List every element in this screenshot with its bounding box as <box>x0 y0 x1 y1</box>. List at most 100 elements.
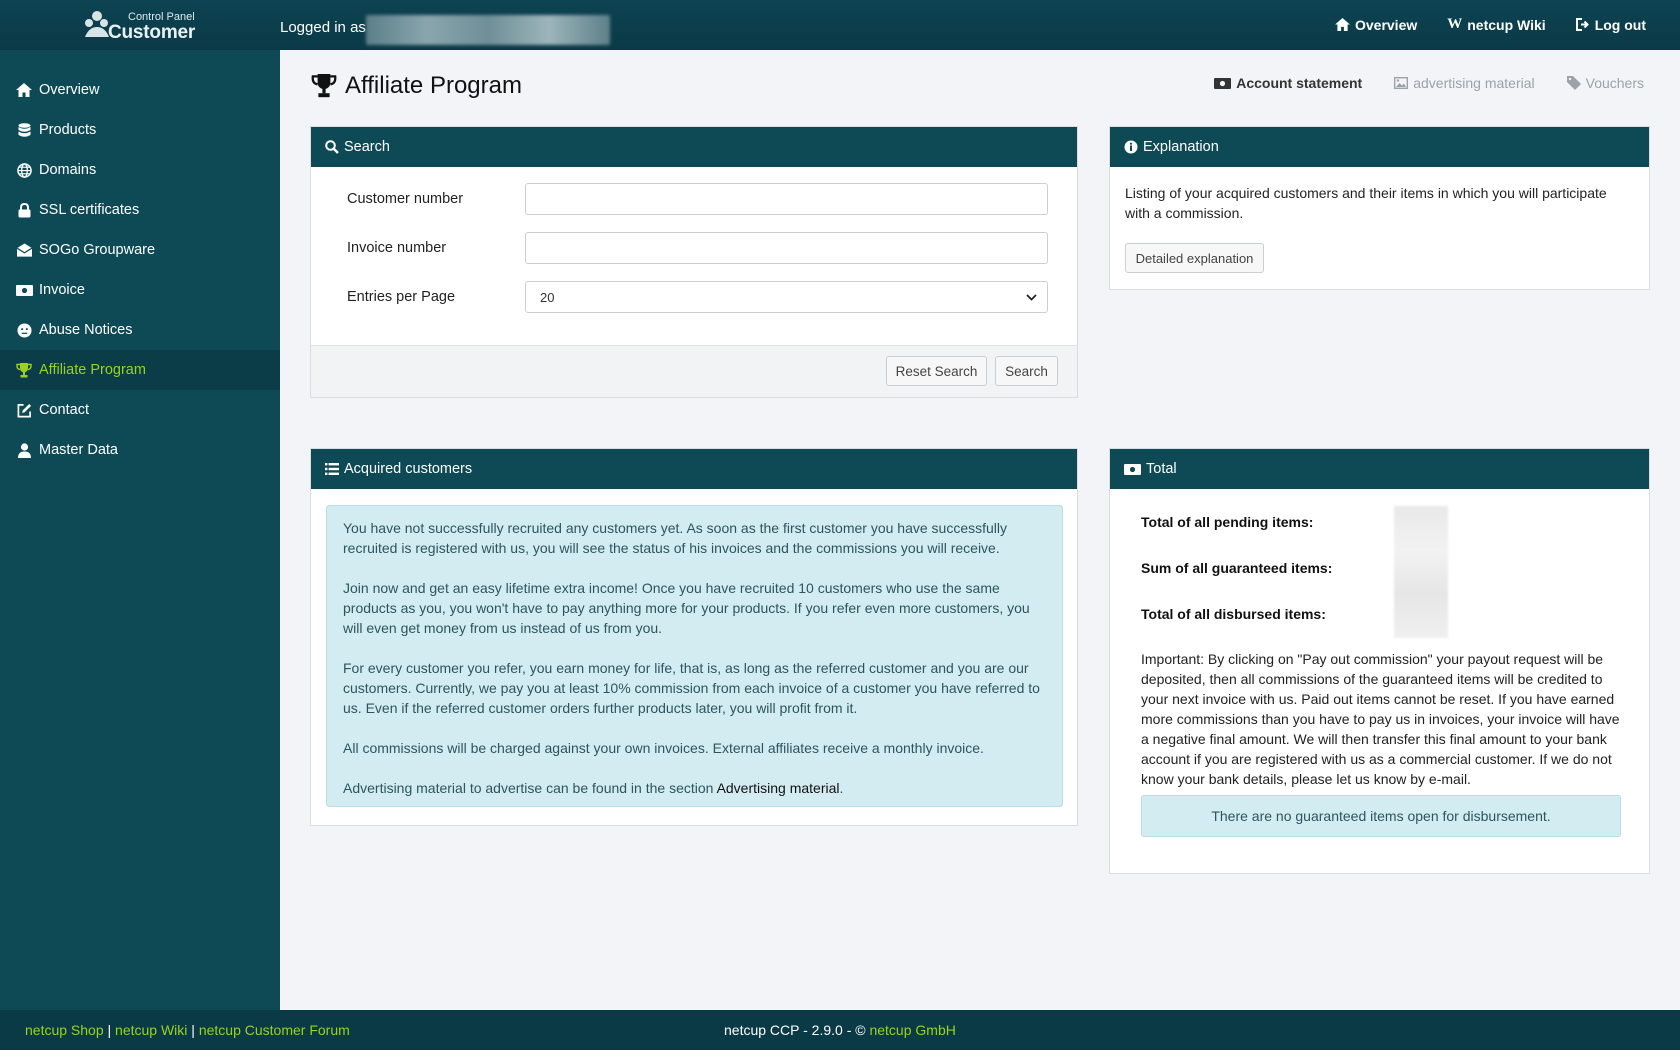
customer-number-input[interactable] <box>525 183 1048 215</box>
money-icon <box>1124 463 1141 475</box>
total-panel: Total Total of all pending items: Sum of… <box>1109 448 1650 874</box>
tab-label: advertising material <box>1413 75 1535 91</box>
acquired-customers-title: Acquired customers <box>344 461 473 477</box>
trophy-icon <box>311 74 337 98</box>
explanation-text: Listing of your acquired customers and t… <box>1125 185 1607 221</box>
list-icon <box>325 463 339 475</box>
invoice-number-input[interactable] <box>525 232 1048 264</box>
sidebar: Overview Products Domains SSL certificat… <box>0 50 280 1010</box>
sidebar-item-label: Overview <box>39 82 100 98</box>
tab-label: Account statement <box>1236 75 1363 91</box>
explanation-panel-header: Explanation <box>1110 127 1649 167</box>
footer-link-forum[interactable]: netcup Customer Forum <box>199 1022 350 1038</box>
sidebar-item-products[interactable]: Products <box>0 110 280 150</box>
logout-icon <box>1575 18 1589 31</box>
top-link-logout[interactable]: Log out <box>1575 16 1646 33</box>
envelope-icon <box>15 241 33 259</box>
sidebar-item-overview[interactable]: Overview <box>0 70 280 110</box>
search-panel-footer: Reset Search Search <box>311 345 1077 397</box>
sidebar-item-label: Products <box>39 122 97 138</box>
redacted-username <box>366 15 610 45</box>
top-link-wiki-label: netcup Wiki <box>1467 16 1546 33</box>
brand-big-text: Customer <box>108 22 196 43</box>
footer-link-shop[interactable]: netcup Shop <box>25 1022 104 1038</box>
top-link-overview[interactable]: Overview <box>1335 16 1417 33</box>
top-link-wiki[interactable]: W netcup Wiki <box>1447 16 1545 33</box>
info-paragraph: All commissions will be charged against … <box>343 740 984 756</box>
page-tabs: Account statement advertising material V… <box>1214 75 1644 91</box>
footer-version: netcup CCP - 2.9.0 - © netcup GmbH <box>724 1022 956 1038</box>
footer-links: netcup Shop | netcup Wiki | netcup Custo… <box>25 1022 350 1038</box>
info-paragraph: For every customer you refer, you earn m… <box>343 660 1040 716</box>
footer-separator: | <box>191 1022 195 1038</box>
logged-in-label: Logged in as <box>280 19 366 36</box>
face-icon <box>15 321 33 339</box>
entries-per-page-select[interactable]: 20 <box>525 281 1048 313</box>
footer: netcup Shop | netcup Wiki | netcup Custo… <box>0 1010 1680 1050</box>
search-panel: Search Customer number Invoice number En… <box>310 126 1078 398</box>
detailed-explanation-button[interactable]: Detailed explanation <box>1125 243 1264 273</box>
sidebar-item-label: Contact <box>39 402 89 418</box>
invoice-number-row: Invoice number <box>347 232 1048 264</box>
top-link-logout-label: Log out <box>1594 16 1646 33</box>
tab-vouchers[interactable]: Vouchers <box>1566 75 1644 91</box>
sidebar-item-label: Master Data <box>39 442 118 458</box>
tab-label: Vouchers <box>1585 75 1644 91</box>
customer-number-label: Customer number <box>347 191 464 207</box>
customers-logo-icon <box>85 11 109 37</box>
money-icon <box>1214 77 1232 89</box>
entries-per-page-label: Entries per Page <box>347 289 456 305</box>
payout-important-note: Important: By clicking on "Pay out commi… <box>1141 651 1620 787</box>
sidebar-item-abuse[interactable]: Abuse Notices <box>0 310 280 350</box>
sidebar-item-label: SOGo Groupware <box>39 242 156 258</box>
tab-advertising-material[interactable]: advertising material <box>1394 75 1535 91</box>
advertising-text-end: . <box>839 780 844 796</box>
page-title-text: Affiliate Program <box>345 72 522 99</box>
advertising-material-link[interactable]: Advertising material <box>717 780 840 796</box>
guaranteed-items-label: Sum of all guaranteed items: <box>1141 560 1333 576</box>
globe-icon <box>15 161 33 179</box>
pending-items-label: Total of all pending items: <box>1141 514 1314 530</box>
entries-per-page-value: 20 <box>540 289 555 305</box>
search-button[interactable]: Search <box>995 356 1058 386</box>
search-panel-header: Search <box>311 127 1077 167</box>
brand-logo[interactable]: Control Panel Customer <box>84 8 200 44</box>
footer-company-link[interactable]: netcup GmbH <box>869 1022 955 1038</box>
image-icon <box>1394 77 1409 89</box>
advertising-text: Advertising material to advertise can be… <box>343 780 714 796</box>
info-icon <box>1124 140 1138 154</box>
page-title: Affiliate Program <box>311 72 522 100</box>
invoice-number-label: Invoice number <box>347 240 447 256</box>
tab-account-statement[interactable]: Account statement <box>1214 75 1362 91</box>
top-bar: Control Panel Customer Logged in as Over… <box>0 0 1680 50</box>
sidebar-item-label: Affiliate Program <box>39 362 146 378</box>
trophy-icon <box>15 361 33 379</box>
acquired-customers-info: You have not successfully recruited any … <box>326 505 1063 807</box>
footer-version-text: netcup CCP - 2.9.0 - © <box>724 1022 866 1038</box>
reset-search-button[interactable]: Reset Search <box>886 356 987 386</box>
footer-link-wiki[interactable]: netcup Wiki <box>115 1022 187 1038</box>
sidebar-item-ssl[interactable]: SSL certificates <box>0 190 280 230</box>
sidebar-item-domains[interactable]: Domains <box>0 150 280 190</box>
database-icon <box>15 121 33 139</box>
sidebar-item-invoice[interactable]: Invoice <box>0 270 280 310</box>
chevron-down-icon <box>1026 293 1037 301</box>
sidebar-item-label: Invoice <box>39 282 85 298</box>
info-paragraph: Join now and get an easy lifetime extra … <box>343 580 1030 636</box>
sidebar-item-contact[interactable]: Contact <box>0 390 280 430</box>
sidebar-item-sogo[interactable]: SOGo Groupware <box>0 230 280 270</box>
redacted-amounts <box>1394 506 1448 638</box>
sidebar-item-master-data[interactable]: Master Data <box>0 430 280 470</box>
top-link-overview-label: Overview <box>1354 16 1418 33</box>
customer-number-row: Customer number <box>347 183 1048 215</box>
edit-icon <box>15 401 33 419</box>
explanation-panel: Explanation Listing of your acquired cus… <box>1109 126 1650 290</box>
top-links: Overview W netcup Wiki Log out <box>1335 16 1646 33</box>
sidebar-item-affiliate[interactable]: Affiliate Program <box>0 350 280 390</box>
explanation-panel-title: Explanation <box>1143 139 1219 155</box>
acquired-customers-panel: Acquired customers You have not successf… <box>310 448 1078 826</box>
no-guaranteed-items-notice: There are no guaranteed items open for d… <box>1141 795 1621 837</box>
info-paragraph: You have not successfully recruited any … <box>343 520 1008 556</box>
user-icon <box>15 441 33 459</box>
total-panel-header: Total <box>1110 449 1649 489</box>
